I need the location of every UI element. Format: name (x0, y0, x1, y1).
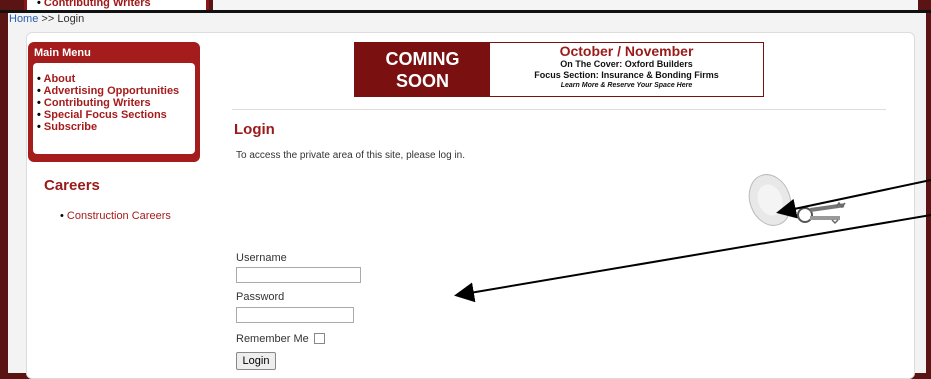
careers-heading: Careers (44, 177, 100, 194)
banner-left-line2: SOON (395, 71, 449, 91)
breadcrumb-current: Login (57, 13, 85, 25)
breadcrumb-separator: >> (41, 13, 55, 25)
login-button[interactable]: Login (236, 352, 276, 370)
banner-coming-soon: COMING SOON (355, 43, 490, 96)
menu-item-about[interactable]: About (37, 73, 195, 85)
previous-menu-item[interactable]: Contributing Writers (37, 0, 151, 9)
remember-me-checkbox[interactable] (314, 333, 325, 344)
breadcrumb-home-link[interactable]: Home (9, 13, 38, 25)
banner-focus-line: Focus Section: Insurance & Bonding Firms (534, 70, 719, 80)
banner-cta-line: Learn More & Reserve Your Space Here (560, 82, 693, 89)
password-field[interactable] (236, 307, 354, 323)
breadcrumb: Home >> Login (9, 13, 84, 25)
username-label: Username (236, 252, 287, 264)
banner-cover-line: On The Cover: Oxford Builders (560, 59, 693, 69)
menu-item-advertising[interactable]: Advertising Opportunities (37, 85, 195, 97)
username-field[interactable] (236, 267, 361, 283)
careers-item-construction[interactable]: Construction Careers (60, 210, 171, 222)
page-title: Login (234, 121, 275, 138)
main-menu-title: Main Menu (34, 47, 91, 59)
menu-item-contributing-writers[interactable]: Contributing Writers (37, 97, 195, 109)
menu-item-special-focus[interactable]: Special Focus Sections (37, 109, 195, 121)
password-label: Password (236, 291, 285, 303)
banner-title: October / November (559, 43, 694, 59)
remember-me-label: Remember Me (236, 333, 309, 345)
ad-banner[interactable]: COMING SOON October / November On The Co… (354, 42, 764, 97)
banner-details: October / November On The Cover: Oxford … (490, 43, 763, 96)
keys-icon (748, 174, 846, 226)
menu-item-subscribe[interactable]: Subscribe (37, 121, 195, 133)
main-menu: Main Menu About Advertising Opportunitie… (28, 42, 200, 162)
content-divider (232, 109, 886, 110)
main-menu-list-box: About Advertising Opportunities Contribu… (33, 63, 195, 154)
banner-left-line1: COMING (385, 49, 460, 69)
login-intro-text: To access the private area of this site,… (236, 150, 466, 161)
